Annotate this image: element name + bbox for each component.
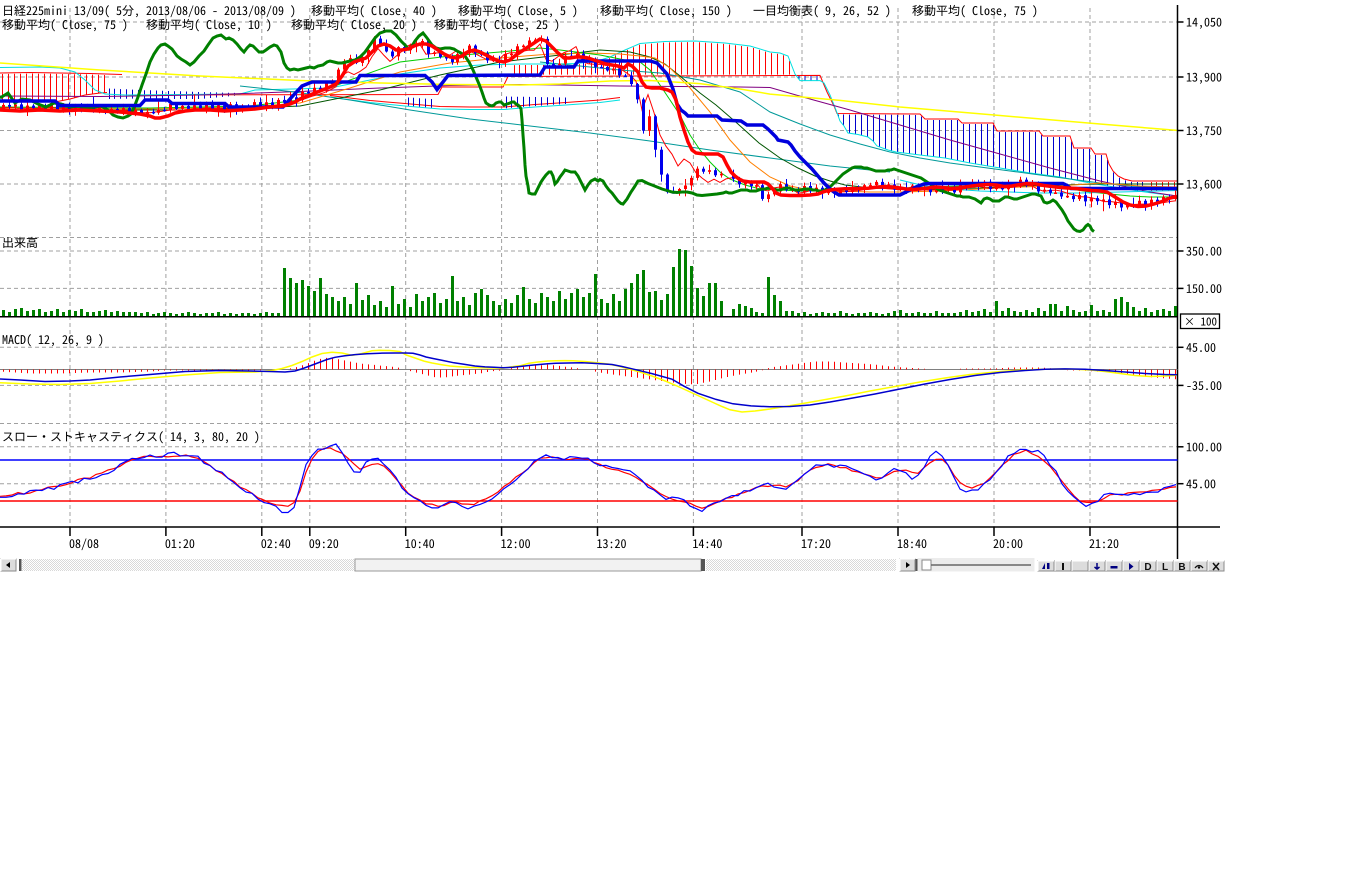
svg-text:D: D <box>1144 562 1151 573</box>
svg-text:B: B <box>1178 562 1185 573</box>
svg-text:L: L <box>1162 562 1168 573</box>
